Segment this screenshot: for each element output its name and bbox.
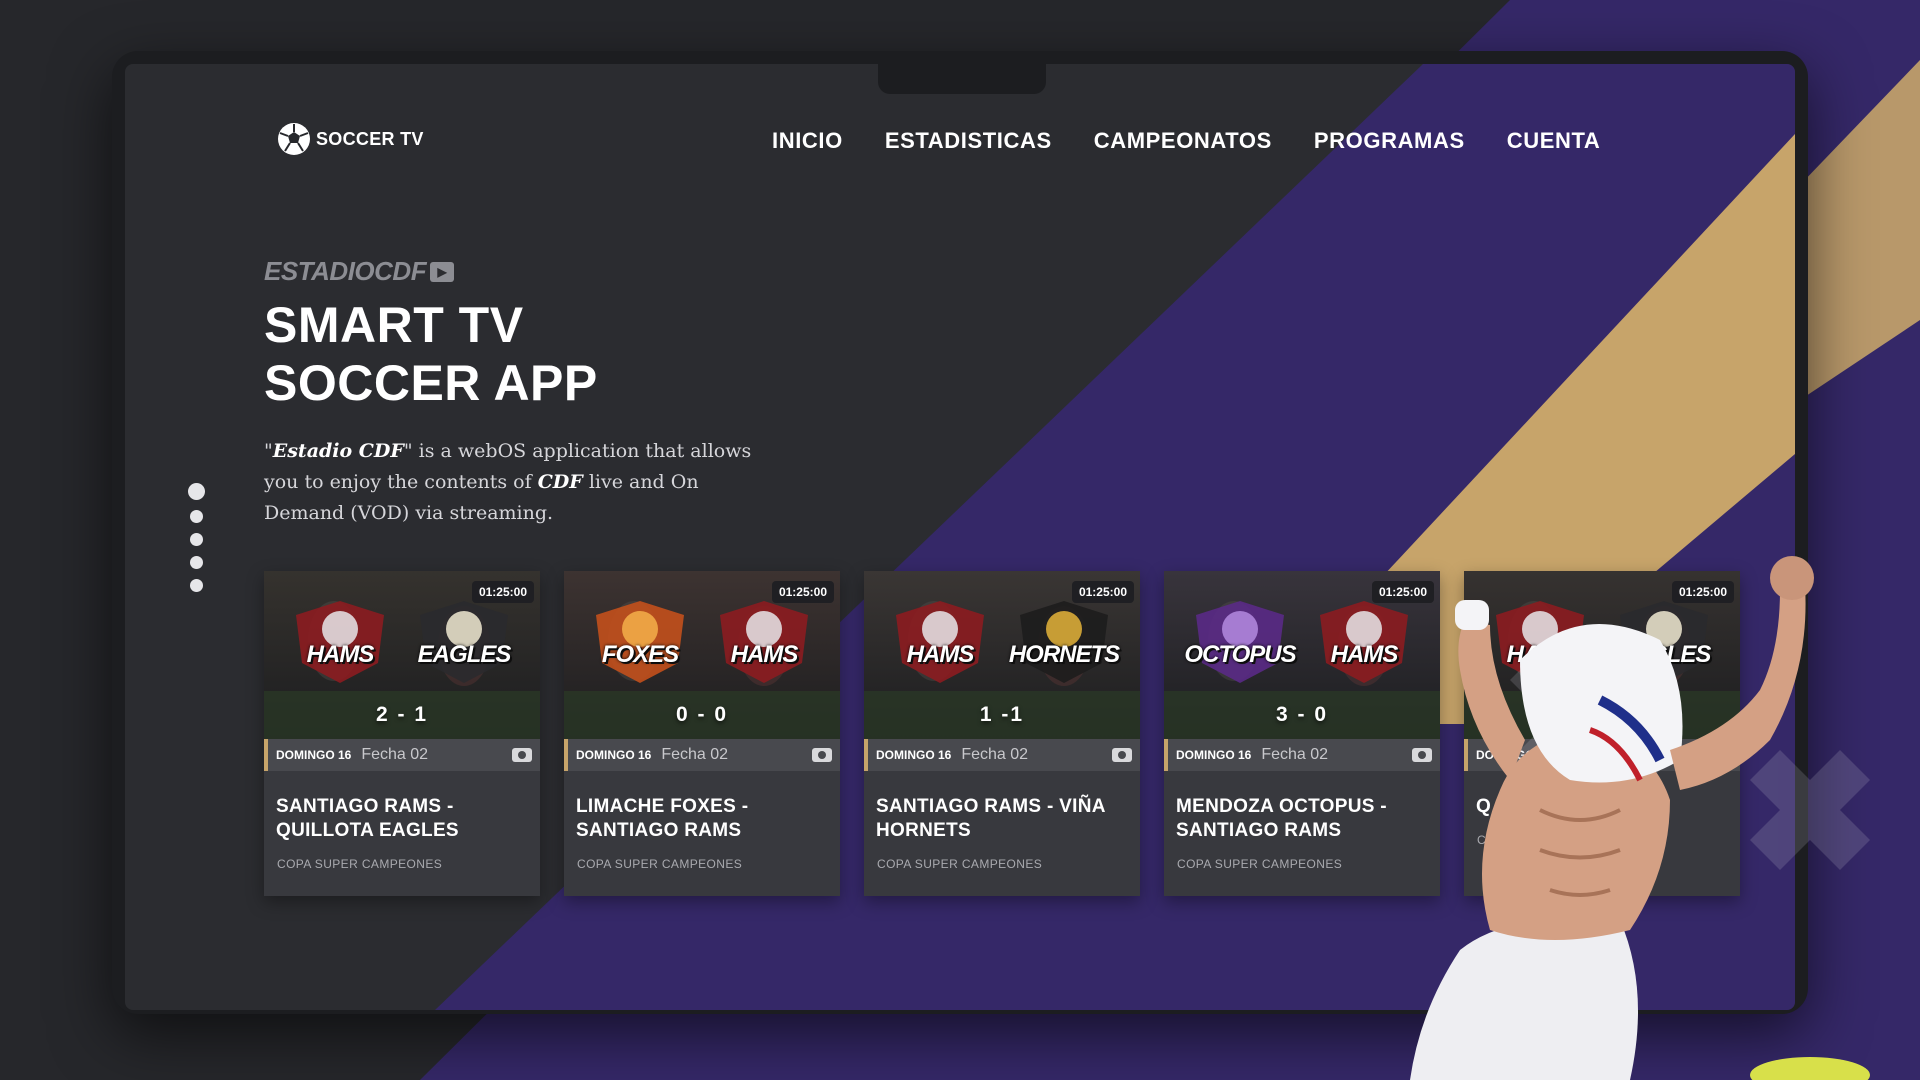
carousel-dot-1[interactable] (188, 483, 205, 500)
match-round: Fecha 02 (961, 746, 1029, 763)
brand-logo: ESTADIOCDF ▶ (264, 256, 455, 287)
brand-logo-text: ESTADIOCDF (264, 256, 427, 286)
team-logo-home: HAMS (284, 597, 396, 687)
team-logo-text: HAMS (730, 641, 799, 668)
celebrating-player-image (1410, 556, 1870, 1080)
carousel-dot-5[interactable] (190, 579, 203, 592)
match-title: SANTIAGO RAMS - VIÑA HORNETS (876, 796, 1106, 841)
app-logo-text: SOCCER TV (316, 128, 424, 149)
nav-item-campeonatos[interactable]: CAMPEONATOS (1094, 128, 1272, 154)
match-card[interactable]: HAMS EAGLES 01:25:00 2 - 1 DOMINGO 16 Fe… (264, 571, 540, 896)
team-logo-away: EAGLES (408, 597, 520, 687)
tv-notch (878, 64, 1046, 94)
duration-badge: 01:25:00 (1071, 581, 1134, 603)
match-round: Fecha 02 (361, 746, 429, 763)
hero-description: "Estadio CDF" is a webOS application tha… (264, 436, 754, 529)
team-logo-text: HAMS (906, 641, 975, 668)
match-competition: COPA SUPER CAMPEONES (877, 857, 1043, 871)
match-card[interactable]: FOXES HAMS 01:25:00 0 - 0 DOMINGO 16 Fec… (564, 571, 840, 896)
desc-quote: " (264, 440, 273, 462)
match-card[interactable]: HAMS HORNETS 01:25:00 1 -1 DOMINGO 16 Fe… (864, 571, 1140, 896)
desc-cdf: CDF (537, 471, 583, 493)
duration-badge: 01:25:00 (771, 581, 834, 603)
match-score: 0 - 0 (675, 703, 729, 726)
camera-icon[interactable] (512, 748, 532, 762)
desc-app-name: Estadio CDF (272, 440, 404, 462)
match-day: DOMINGO 16 (276, 748, 352, 762)
match-day: DOMINGO 16 (1176, 748, 1252, 762)
match-title: LIMACHE FOXES - SANTIAGO RAMS (576, 796, 749, 841)
soccer-ball-icon (278, 123, 310, 155)
match-meta-bar: DOMINGO 16 Fecha 02 (264, 739, 540, 771)
carousel-dot-2[interactable] (190, 510, 203, 523)
match-thumbnail[interactable]: HAMS EAGLES 01:25:00 2 - 1 (264, 571, 540, 739)
team-logo-away: HAMS (708, 597, 820, 687)
match-day: DOMINGO 16 (576, 748, 652, 762)
match-competition: COPA SUPER CAMPEONES (277, 857, 443, 871)
match-round: Fecha 02 (661, 746, 729, 763)
carousel-dot-4[interactable] (190, 556, 203, 569)
match-thumbnail[interactable]: FOXES HAMS 01:25:00 0 - 0 (564, 571, 840, 739)
nav-item-cuenta[interactable]: CUENTA (1507, 128, 1601, 154)
duration-badge: 01:25:00 (471, 581, 534, 603)
match-meta-bar: DOMINGO 16 Fecha 02 (864, 739, 1140, 771)
team-logo-away: HORNETS (1008, 597, 1120, 687)
match-title: SANTIAGO RAMS - QUILLOTA EAGLES (276, 796, 459, 841)
team-logo-home: HAMS (884, 597, 996, 687)
page-title-line2: SOCCER APP (264, 355, 598, 411)
match-score: 1 -1 (979, 703, 1025, 726)
match-day: DOMINGO 16 (876, 748, 952, 762)
match-competition: COPA SUPER CAMPEONES (577, 857, 743, 871)
team-logo-text: HAMS (306, 641, 375, 668)
page-title-line1: SMART TV (264, 297, 524, 353)
camera-icon[interactable] (812, 748, 832, 762)
carousel-dot-3[interactable] (190, 533, 203, 546)
page-title: SMART TV SOCCER APP (264, 296, 598, 412)
play-icon: ▶ (430, 261, 455, 282)
match-meta-bar: DOMINGO 16 Fecha 02 (564, 739, 840, 771)
team-logo-text: FOXES (601, 641, 679, 668)
nav-item-programas[interactable]: PROGRAMAS (1314, 128, 1465, 154)
carousel-dots (188, 483, 205, 592)
match-thumbnail[interactable]: HAMS HORNETS 01:25:00 1 -1 (864, 571, 1140, 739)
match-score: 2 - 1 (375, 703, 429, 726)
team-logo-text: EAGLES (417, 641, 512, 668)
nav-item-inicio[interactable]: INICIO (772, 128, 843, 154)
team-logo-home: OCTOPUS (1184, 597, 1297, 687)
team-logo-text: HORNETS (1008, 641, 1120, 668)
team-logo-text: OCTOPUS (1184, 641, 1296, 668)
app-logo[interactable]: SOCCER TV (278, 123, 424, 155)
team-logo-home: FOXES (584, 597, 696, 687)
nav-item-estadisticas[interactable]: ESTADISTICAS (885, 128, 1052, 154)
camera-icon[interactable] (1112, 748, 1132, 762)
main-nav: INICIO ESTADISTICAS CAMPEONATOS PROGRAMA… (772, 128, 1600, 154)
